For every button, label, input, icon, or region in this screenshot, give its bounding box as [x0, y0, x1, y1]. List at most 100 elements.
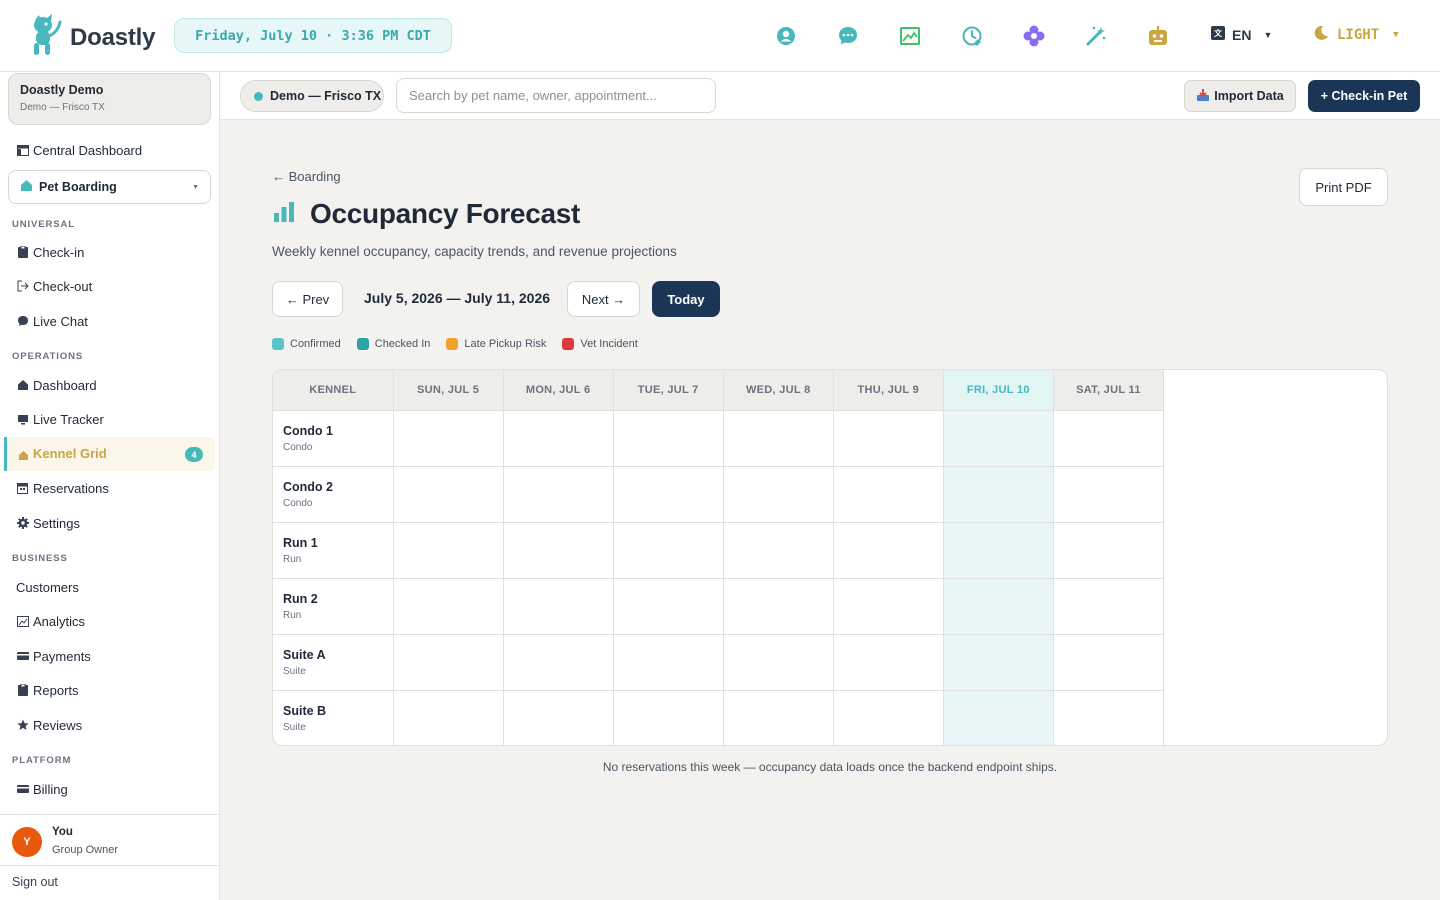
avatar: Y	[12, 827, 42, 857]
day-cell[interactable]	[613, 634, 724, 691]
day-cell[interactable]	[723, 578, 834, 635]
column-header-day: TUE, JUL 7	[613, 370, 724, 411]
section-platform: PLATFORM	[12, 755, 72, 766]
legend-item: Checked In	[356, 338, 430, 350]
day-cell[interactable]	[613, 690, 724, 745]
day-cell[interactable]	[503, 578, 614, 635]
support-icon[interactable]	[774, 24, 798, 48]
flower-icon[interactable]	[1022, 24, 1046, 48]
day-cell[interactable]	[503, 466, 614, 523]
sidebar-item-live-chat[interactable]: Live Chat	[16, 311, 88, 331]
sidebar-item-checkin[interactable]: Check-in	[16, 242, 84, 262]
table-row: Run 1 Run	[273, 522, 1165, 579]
org-switcher[interactable]: Doastly Demo Demo — Frisco TX	[8, 73, 211, 125]
day-cell[interactable]	[1053, 634, 1165, 691]
exit-icon	[16, 280, 29, 293]
day-cell[interactable]	[943, 634, 1054, 691]
day-cell[interactable]	[723, 522, 834, 579]
day-cell[interactable]	[723, 466, 834, 523]
sidebar-item-central-dashboard[interactable]: Central Dashboard	[16, 140, 142, 160]
logo[interactable]: Doastly	[30, 14, 155, 61]
sidebar-item-label: Reservations	[33, 480, 109, 496]
module-selector[interactable]: Pet Boarding ▼	[8, 170, 211, 204]
day-cell[interactable]	[1053, 690, 1165, 745]
sidebar-item-label: Reviews	[33, 717, 83, 733]
day-cell[interactable]	[833, 578, 944, 635]
sidebar-item-payments[interactable]: Payments	[16, 646, 91, 666]
sidebar-item-kennel-grid[interactable]: Kennel Grid 4	[4, 437, 215, 471]
legend-swatch	[272, 338, 284, 350]
sidebar: Doastly Demo Demo — Frisco TX Central Da…	[0, 72, 220, 900]
day-cell[interactable]	[943, 690, 1054, 745]
import-label: Import Data	[1214, 89, 1284, 103]
day-cell[interactable]	[393, 690, 504, 745]
day-cell[interactable]	[1053, 410, 1165, 467]
day-cell[interactable]	[1053, 466, 1165, 523]
legend-item: Late Pickup Risk	[446, 338, 546, 350]
print-pdf-button[interactable]: Print PDF	[1299, 168, 1388, 206]
day-cell[interactable]	[393, 410, 504, 467]
sidebar-item-reviews[interactable]: Reviews	[16, 715, 82, 735]
day-cell[interactable]	[393, 522, 504, 579]
day-cell[interactable]	[943, 410, 1054, 467]
sidebar-item-analytics[interactable]: Analytics	[16, 611, 85, 631]
sign-out-link[interactable]: Sign out	[12, 875, 58, 889]
magic-wand-icon[interactable]	[1084, 24, 1108, 48]
language-selector[interactable]: 文 EN ▼	[1210, 25, 1272, 44]
day-cell[interactable]	[723, 634, 834, 691]
day-cell[interactable]	[833, 410, 944, 467]
image-icon[interactable]	[898, 24, 922, 48]
day-cell[interactable]	[503, 690, 614, 745]
theme-selector[interactable]: LIGHT ▼	[1313, 25, 1399, 45]
day-cell[interactable]	[833, 466, 944, 523]
sidebar-item-billing[interactable]: Billing	[16, 779, 68, 799]
day-cell[interactable]	[613, 522, 724, 579]
day-cell[interactable]	[613, 578, 724, 635]
sidebar-item-reservations[interactable]: Reservations	[16, 478, 109, 498]
today-button[interactable]: Today	[652, 281, 720, 317]
day-cell[interactable]	[833, 634, 944, 691]
robot-icon[interactable]	[1146, 24, 1170, 48]
day-cell[interactable]	[943, 466, 1054, 523]
day-cell[interactable]	[1053, 578, 1165, 635]
gear-icon	[16, 517, 29, 530]
sidebar-item-live-tracker[interactable]: Live Tracker	[16, 409, 104, 429]
sidebar-item-customers[interactable]: Customers	[16, 577, 79, 597]
history-clock-icon[interactable]	[960, 24, 984, 48]
legend-label: Late Pickup Risk	[464, 338, 547, 350]
day-cell[interactable]	[503, 634, 614, 691]
chat-icon[interactable]	[836, 24, 860, 48]
day-cell[interactable]	[393, 466, 504, 523]
next-week-button[interactable]: Next →	[567, 281, 640, 317]
sidebar-item-reports[interactable]: Reports	[16, 680, 79, 700]
check-in-pet-button[interactable]: + Check-in Pet	[1308, 80, 1420, 112]
kennel-name: Suite A	[283, 647, 326, 662]
day-cell[interactable]	[723, 410, 834, 467]
day-cell[interactable]	[503, 410, 614, 467]
day-cell[interactable]	[833, 522, 944, 579]
user-profile[interactable]: Y You Group Owner	[0, 814, 219, 866]
day-cell[interactable]	[613, 466, 724, 523]
search-input[interactable]	[396, 78, 716, 113]
prev-week-button[interactable]: ← Prev	[272, 281, 343, 317]
day-cell[interactable]	[393, 634, 504, 691]
table-row: Run 2 Run	[273, 578, 1165, 635]
day-cell[interactable]	[613, 410, 724, 467]
day-cell[interactable]	[503, 522, 614, 579]
location-selector[interactable]: Demo — Frisco TX	[240, 80, 384, 112]
breadcrumb-back-link[interactable]: ← Boarding	[272, 169, 341, 184]
day-cell[interactable]	[943, 578, 1054, 635]
day-cell[interactable]	[833, 690, 944, 745]
chevron-down-icon: ▼	[1393, 30, 1399, 40]
day-cell[interactable]	[943, 522, 1054, 579]
day-cell[interactable]	[393, 578, 504, 635]
user-role: Group Owner	[52, 844, 119, 856]
import-data-button[interactable]: Import Data	[1184, 80, 1296, 112]
column-header-day: SUN, JUL 5	[393, 370, 504, 411]
sidebar-item-settings[interactable]: Settings	[16, 513, 80, 533]
day-cell[interactable]	[723, 690, 834, 745]
kennel-type: Run	[283, 553, 302, 565]
sidebar-item-checkout[interactable]: Check-out	[16, 276, 92, 296]
day-cell[interactable]	[1053, 522, 1165, 579]
sidebar-item-dashboard[interactable]: Dashboard	[16, 375, 97, 395]
